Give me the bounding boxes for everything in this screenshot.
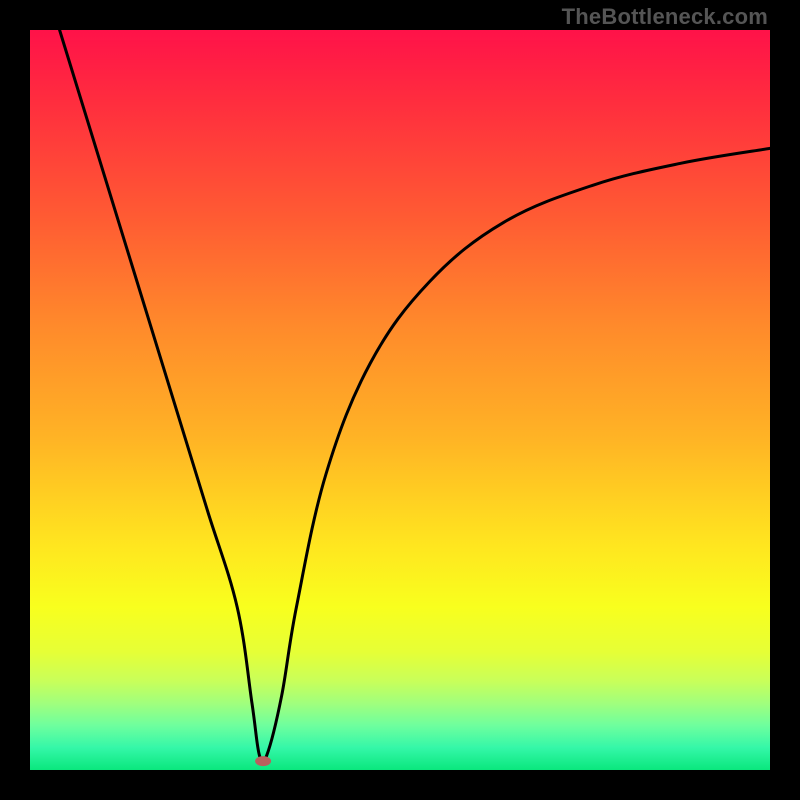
- plot-area: [30, 30, 770, 770]
- chart-frame: TheBottleneck.com: [0, 0, 800, 800]
- curve-layer: [30, 30, 770, 770]
- watermark-text: TheBottleneck.com: [562, 4, 768, 30]
- curve-line: [60, 30, 770, 763]
- min-marker: [255, 756, 271, 766]
